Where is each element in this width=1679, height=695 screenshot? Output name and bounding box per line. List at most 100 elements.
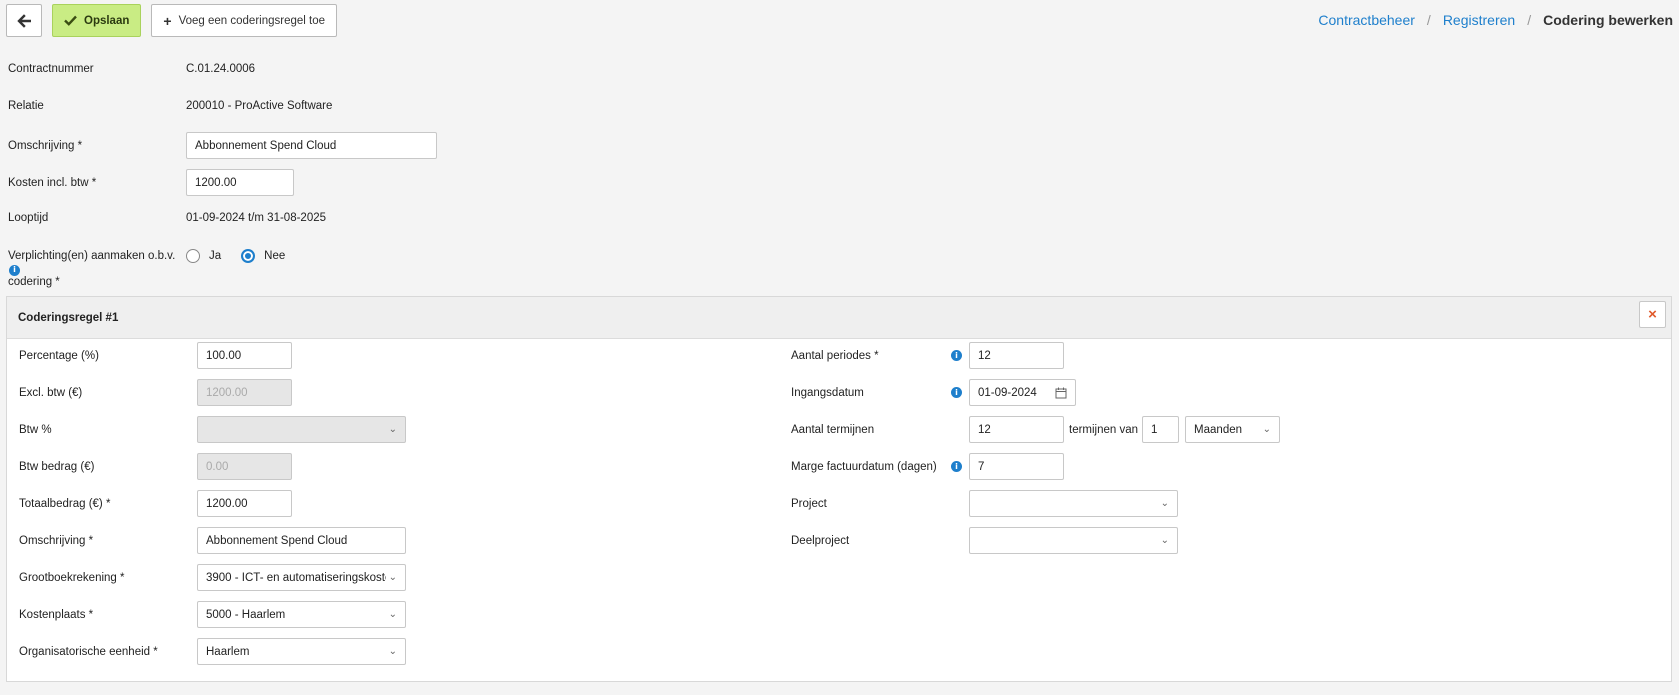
termijnen-van-input[interactable]: 1 bbox=[1142, 416, 1180, 443]
coding-rule-panel: Coderingsregel #1 × Percentage (%) 100.0… bbox=[6, 296, 1672, 682]
deelproject-label: Deelproject bbox=[791, 534, 850, 547]
ingangsdatum-input-value: 01-09-2024 bbox=[978, 386, 1037, 399]
aantal-periodes-label: Aantal periodes * bbox=[791, 349, 879, 362]
project-select[interactable]: ⌄ bbox=[969, 490, 1178, 517]
radio-nee[interactable] bbox=[241, 249, 256, 263]
row-kosten: Kosten incl. btw * 1200.00 bbox=[8, 169, 294, 196]
chevron-down-icon: ⌄ bbox=[1262, 424, 1272, 435]
marge-factuurdatum-input[interactable]: 7 bbox=[969, 453, 1064, 480]
row-marge-factuurdatum: Marge factuurdatum (dagen) i 7 bbox=[791, 453, 1064, 480]
termijn-eenheid-select[interactable]: Maanden ⌄ bbox=[1185, 416, 1281, 443]
row-btw-pct: Btw % ⌄ bbox=[19, 416, 406, 443]
save-button-label: Opslaan bbox=[84, 14, 130, 27]
row-aantal-termijnen: Aantal termijnen 12 termijnen van 1 Maan… bbox=[791, 416, 1281, 443]
row-regel-omschrijving: Omschrijving * Abbonnement Spend Cloud bbox=[19, 527, 406, 554]
coding-rule-title: Coderingsregel #1 bbox=[18, 311, 119, 324]
looptijd-label: Looptijd bbox=[8, 212, 49, 224]
chevron-down-icon: ⌄ bbox=[388, 609, 397, 620]
coding-rule-panel-header: Coderingsregel #1 × bbox=[7, 297, 1671, 339]
remove-coding-rule-button[interactable]: × bbox=[1639, 301, 1666, 328]
calendar-icon[interactable] bbox=[1055, 387, 1067, 399]
excl-btw-label: Excl. btw (€) bbox=[19, 386, 83, 399]
totaalbedrag-input-value: 1200.00 bbox=[206, 497, 248, 510]
grootboekrekening-label: Grootboekrekening * bbox=[19, 571, 125, 584]
breadcrumb-registreren[interactable]: Registreren bbox=[1443, 12, 1515, 28]
excl-btw-input-value: 1200.00 bbox=[206, 386, 248, 399]
chevron-down-icon: ⌄ bbox=[388, 572, 397, 583]
row-excl-btw: Excl. btw (€) 1200.00 bbox=[19, 379, 292, 406]
row-deelproject: Deelproject ⌄ bbox=[791, 527, 1178, 554]
kostenplaats-select[interactable]: 5000 - Haarlem ⌄ bbox=[197, 601, 406, 628]
row-organisatorische-eenheid: Organisatorische eenheid * Haarlem ⌄ bbox=[19, 638, 406, 665]
termijn-eenheid-select-value: Maanden bbox=[1194, 423, 1243, 436]
verplichting-radio-group: Ja Nee bbox=[186, 249, 285, 263]
verplichting-label-line2: codering * bbox=[8, 275, 60, 288]
aantal-periodes-input[interactable]: 12 bbox=[969, 342, 1064, 369]
row-grootboekrekening: Grootboekrekening * 3900 - ICT- en autom… bbox=[19, 564, 406, 591]
save-button[interactable]: Opslaan bbox=[52, 4, 142, 37]
row-verplichting: Verplichting(en) aanmaken o.b.v. i coderi… bbox=[8, 249, 285, 288]
totaalbedrag-label: Totaalbedrag (€) * bbox=[19, 497, 111, 510]
back-button[interactable] bbox=[6, 4, 42, 37]
aantal-periodes-input-value: 12 bbox=[978, 349, 991, 362]
organisatorische-eenheid-select-value: Haarlem bbox=[206, 645, 250, 658]
deelproject-select[interactable]: ⌄ bbox=[969, 527, 1178, 554]
grootboekrekening-select-value: 3900 - ICT- en automatiseringskoster bbox=[206, 571, 386, 584]
toolbar: Opslaan + Voeg een coderingsregel toe bbox=[6, 4, 337, 38]
totaalbedrag-input[interactable]: 1200.00 bbox=[197, 490, 292, 517]
btw-pct-select: ⌄ bbox=[197, 416, 406, 443]
verplichting-label: Verplichting(en) aanmaken o.b.v. i coderi… bbox=[8, 250, 186, 288]
regel-omschrijving-label: Omschrijving * bbox=[19, 534, 94, 547]
row-contractnummer: Contractnummer C.01.24.0006 bbox=[8, 63, 255, 75]
info-icon[interactable]: i bbox=[951, 461, 962, 472]
aantal-termijnen-input-value: 12 bbox=[978, 423, 991, 436]
check-icon bbox=[64, 15, 77, 26]
organisatorische-eenheid-select[interactable]: Haarlem ⌄ bbox=[197, 638, 406, 665]
close-icon: × bbox=[1648, 306, 1657, 323]
arrow-left-icon bbox=[17, 13, 31, 28]
contractnummer-value: C.01.24.0006 bbox=[186, 63, 256, 75]
row-btw-bedrag: Btw bedrag (€) 0.00 bbox=[19, 453, 292, 480]
add-coding-rule-button[interactable]: + Voeg een coderingsregel toe bbox=[151, 4, 337, 37]
grootboekrekening-select[interactable]: 3900 - ICT- en automatiseringskoster ⌄ bbox=[197, 564, 406, 591]
kosten-label: Kosten incl. btw * bbox=[8, 176, 97, 189]
breadcrumb-separator: / bbox=[1527, 12, 1532, 28]
kosten-input-value: 1200.00 bbox=[195, 176, 237, 189]
breadcrumb-current: Codering bewerken bbox=[1543, 12, 1673, 28]
radio-ja-label: Ja bbox=[209, 250, 222, 262]
row-ingangsdatum: Ingangsdatum i 01-09-2024 bbox=[791, 379, 1076, 406]
row-project: Project ⌄ bbox=[791, 490, 1178, 517]
info-icon[interactable]: i bbox=[951, 350, 962, 361]
kosten-input[interactable]: 1200.00 bbox=[186, 169, 294, 196]
btw-bedrag-input: 0.00 bbox=[197, 453, 292, 480]
chevron-down-icon: ⌄ bbox=[388, 646, 397, 657]
row-kostenplaats: Kostenplaats * 5000 - Haarlem ⌄ bbox=[19, 601, 406, 628]
info-icon[interactable]: i bbox=[951, 387, 962, 398]
info-icon[interactable]: i bbox=[9, 264, 20, 276]
termijnen-van-input-value: 1 bbox=[1151, 423, 1158, 436]
omschrijving-input[interactable]: Abbonnement Spend Cloud bbox=[186, 132, 437, 159]
regel-omschrijving-input[interactable]: Abbonnement Spend Cloud bbox=[197, 527, 406, 554]
contractnummer-label: Contractnummer bbox=[8, 63, 94, 75]
aantal-termijnen-input[interactable]: 12 bbox=[969, 416, 1064, 443]
marge-factuurdatum-input-value: 7 bbox=[978, 460, 985, 473]
breadcrumb: Contractbeheer / Registreren / Codering … bbox=[1318, 12, 1673, 28]
marge-factuurdatum-label: Marge factuurdatum (dagen) bbox=[791, 460, 937, 473]
looptijd-value: 01-09-2024 t/m 31-08-2025 bbox=[186, 212, 327, 224]
btw-bedrag-input-value: 0.00 bbox=[206, 460, 229, 473]
regel-omschrijving-input-value: Abbonnement Spend Cloud bbox=[206, 534, 348, 547]
btw-pct-label: Btw % bbox=[19, 423, 52, 436]
row-totaalbedrag: Totaalbedrag (€) * 1200.00 bbox=[19, 490, 292, 517]
chevron-down-icon: ⌄ bbox=[1160, 498, 1169, 509]
percentage-label: Percentage (%) bbox=[19, 349, 99, 362]
radio-ja[interactable] bbox=[186, 249, 200, 263]
breadcrumb-separator: / bbox=[1426, 12, 1431, 28]
row-percentage: Percentage (%) 100.00 bbox=[19, 342, 292, 369]
row-omschrijving: Omschrijving * Abbonnement Spend Cloud bbox=[8, 132, 437, 159]
verplichting-label-line1: Verplichting(en) aanmaken o.b.v. bbox=[8, 250, 176, 262]
ingangsdatum-input[interactable]: 01-09-2024 bbox=[969, 379, 1076, 406]
breadcrumb-contractbeheer[interactable]: Contractbeheer bbox=[1318, 12, 1415, 28]
kostenplaats-label: Kostenplaats * bbox=[19, 608, 94, 621]
chevron-down-icon: ⌄ bbox=[388, 424, 397, 435]
percentage-input[interactable]: 100.00 bbox=[197, 342, 292, 369]
